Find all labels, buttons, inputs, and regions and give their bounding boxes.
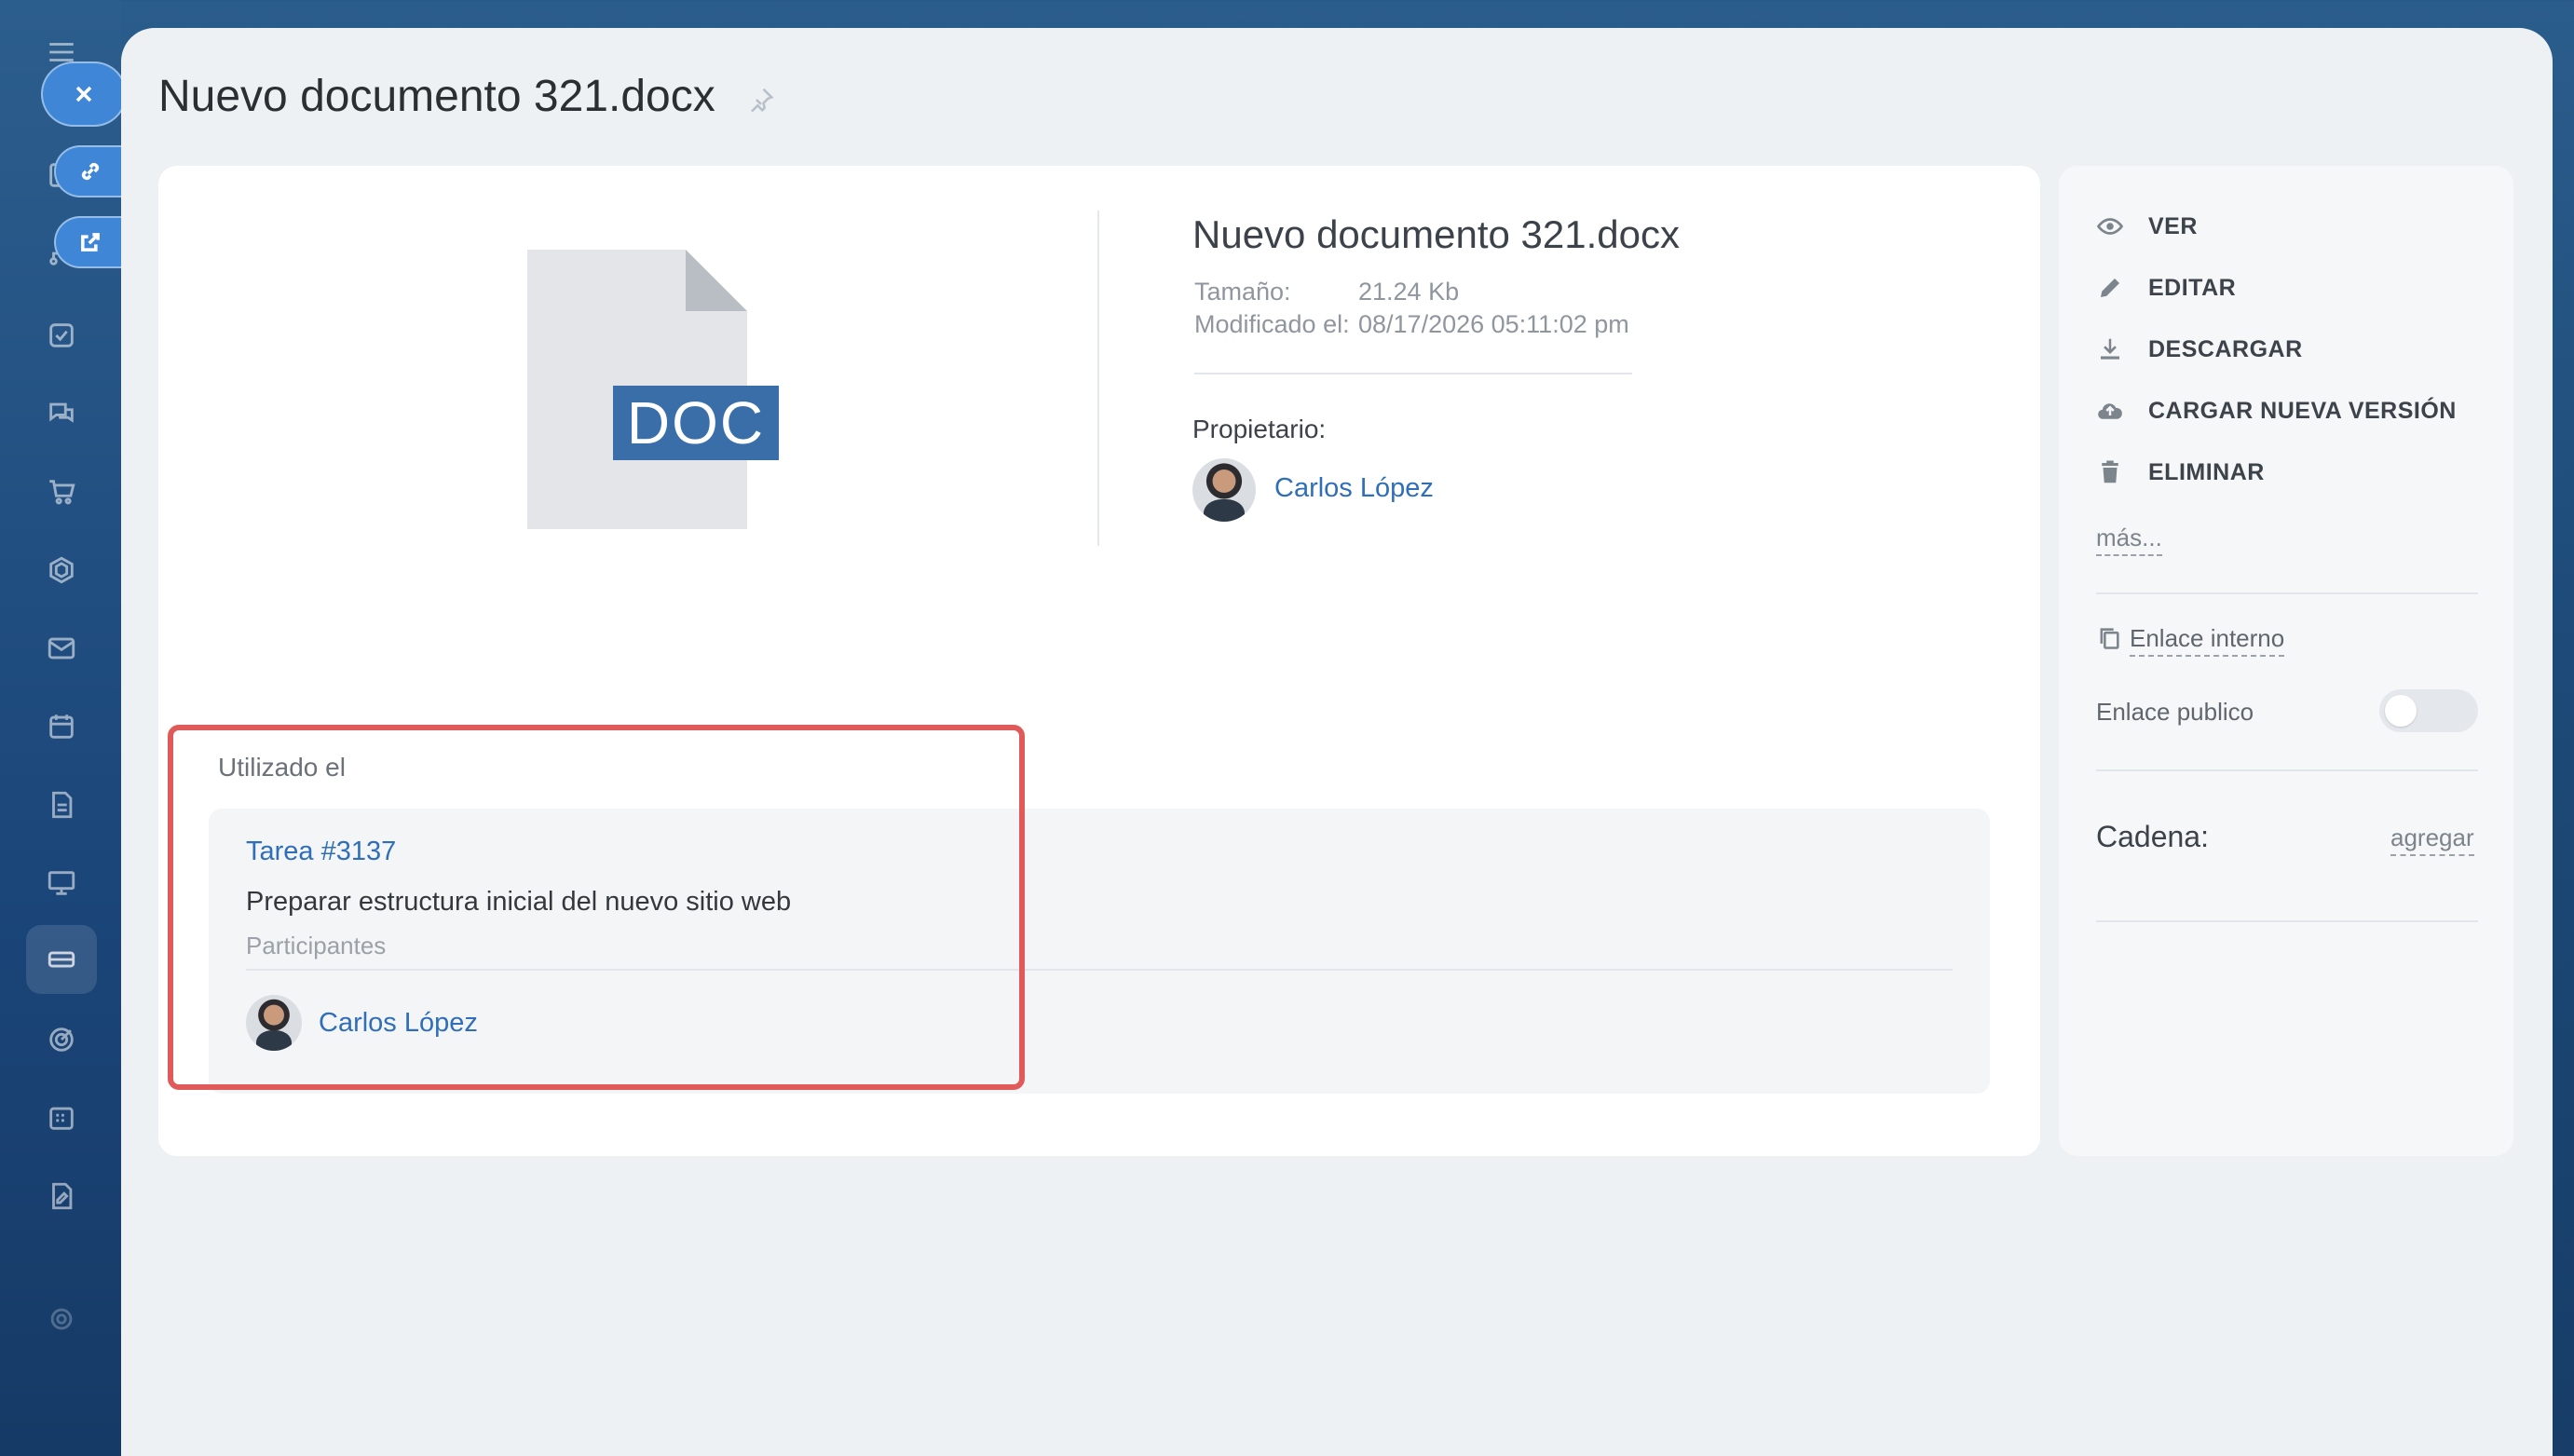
public-link-toggle[interactable] [2379, 689, 2478, 732]
cloud-upload-icon [2096, 397, 2124, 425]
modified-value: 08/17/2026 05:11:02 pm [1358, 310, 1629, 338]
close-icon [75, 86, 92, 102]
page-title: Nuevo documento 321.docx [158, 72, 715, 121]
side-divider-2 [2096, 769, 2478, 771]
tasks-icon[interactable] [43, 317, 80, 354]
settings-icon[interactable] [43, 1300, 80, 1338]
more-link[interactable]: más... [2096, 524, 2162, 556]
file-actions-card [2059, 166, 2513, 1156]
presentation-icon[interactable] [43, 864, 80, 902]
file-type-badge: DOC [613, 386, 779, 460]
highlight-frame [168, 725, 1025, 1090]
link-icon [81, 162, 100, 181]
action-delete-button[interactable]: ELIMINAR [2096, 458, 2265, 486]
document-icon[interactable] [43, 786, 80, 823]
meta-divider [1194, 373, 1632, 374]
action-delete-label: ELIMINAR [2148, 458, 2265, 485]
pencil-icon [2096, 274, 2124, 302]
action-view-label: VER [2148, 212, 2198, 239]
pin-icon[interactable] [747, 86, 775, 114]
action-view-button[interactable]: VER [2096, 212, 2198, 240]
action-download-label: DESCARGAR [2148, 335, 2303, 362]
open-new-window-button[interactable] [54, 216, 127, 268]
action-upload-version-label: CARGAR NUEVA VERSIÓN [2148, 397, 2457, 424]
copy-icon[interactable] [2096, 624, 2124, 652]
download-icon [2096, 335, 2124, 363]
owner-label: Propietario: [1192, 415, 1327, 443]
schedule-icon[interactable] [43, 1099, 80, 1136]
close-button[interactable] [41, 61, 127, 127]
action-download-button[interactable]: DESCARGAR [2096, 335, 2303, 363]
mail-icon[interactable] [43, 630, 80, 667]
cart-icon[interactable] [43, 473, 80, 510]
chain-label: Cadena: [2096, 820, 2209, 853]
owner-name-link[interactable]: Carlos López [1274, 473, 1434, 504]
action-edit-button[interactable]: EDITAR [2096, 274, 2236, 302]
chain-add-link[interactable]: agregar [2390, 823, 2474, 856]
copy-link-button[interactable] [54, 145, 127, 197]
chat-icon[interactable] [43, 395, 80, 432]
file-name: Nuevo documento 321.docx [1192, 212, 1681, 256]
size-label: Tamaño: [1194, 278, 1291, 306]
public-link-label: Enlace publico [2096, 698, 2254, 726]
edit-doc-icon[interactable] [43, 1177, 80, 1215]
modified-label: Modificado el: [1194, 310, 1350, 338]
side-divider-1 [2096, 592, 2478, 594]
external-link-icon [81, 233, 100, 252]
side-divider-3 [2096, 920, 2478, 922]
target-icon[interactable] [43, 1021, 80, 1058]
toggle-knob [2385, 695, 2417, 727]
drive-icon[interactable] [43, 941, 80, 978]
calendar-icon[interactable] [43, 708, 80, 745]
internal-link[interactable]: Enlace interno [2130, 624, 2285, 657]
vertical-divider [1097, 211, 1099, 546]
eye-icon [2096, 212, 2124, 240]
owner-avatar[interactable] [1192, 458, 1256, 522]
trash-icon [2096, 458, 2124, 486]
hexagon-icon[interactable] [43, 551, 80, 589]
size-value: 21.24 Kb [1358, 278, 1460, 306]
action-upload-version-button[interactable]: CARGAR NUEVA VERSIÓN [2096, 397, 2457, 425]
action-edit-label: EDITAR [2148, 274, 2237, 301]
